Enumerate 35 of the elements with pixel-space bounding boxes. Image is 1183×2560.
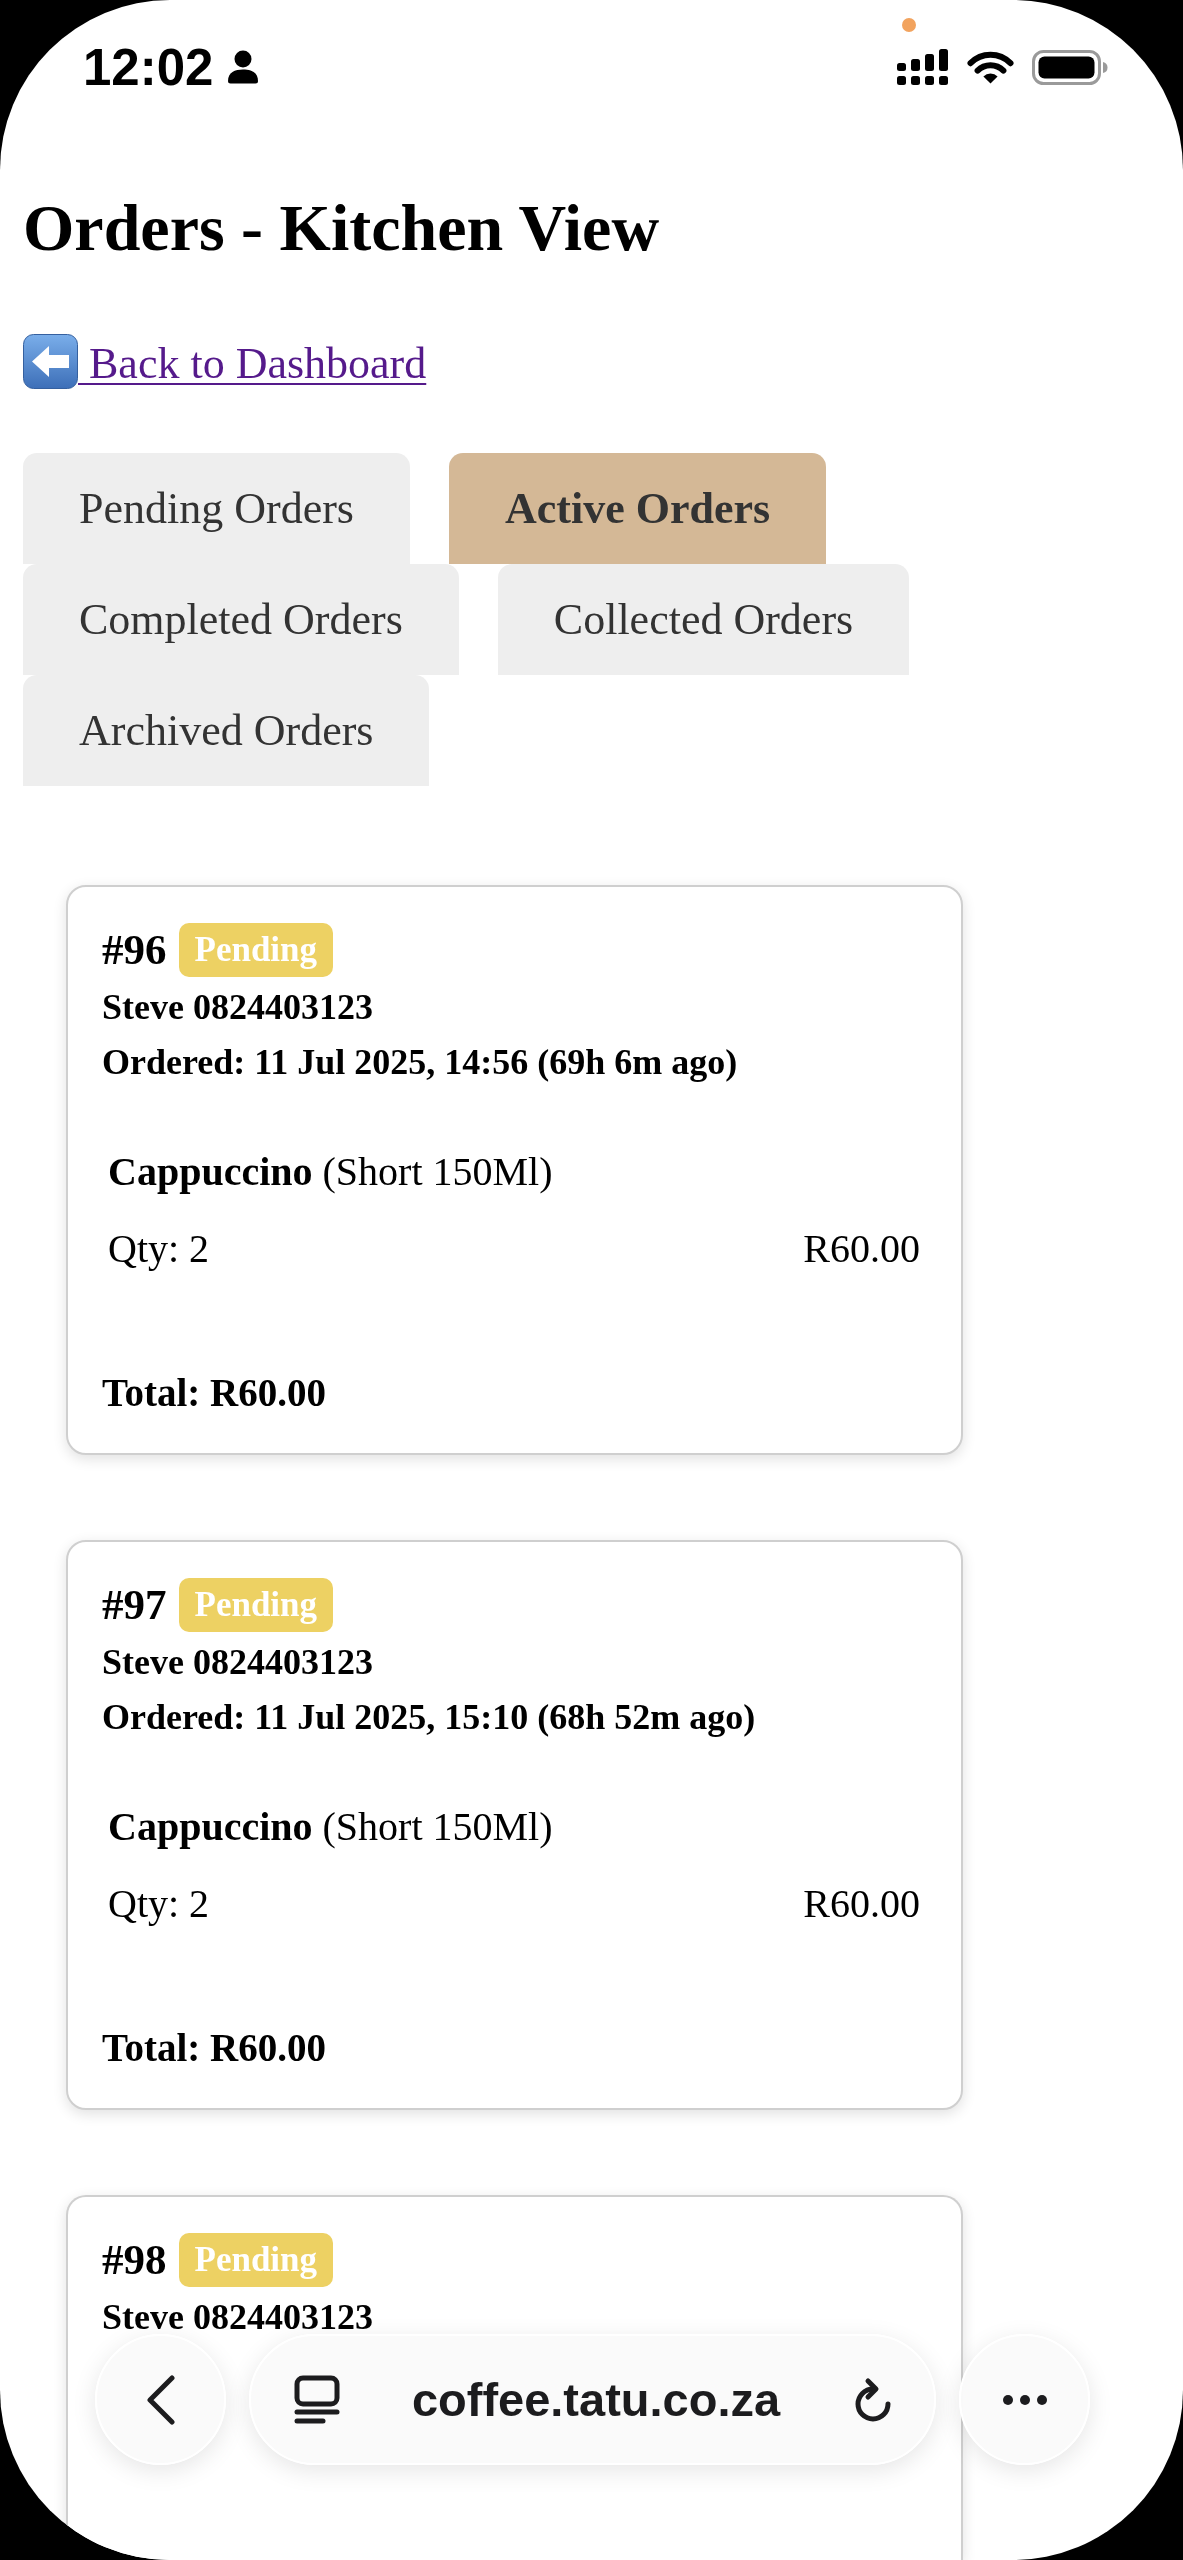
tab[interactable]: Active Orders (448, 453, 827, 564)
order-total: Total: R60.00 (102, 2025, 327, 2071)
status-badge: Pending (178, 2233, 334, 2287)
tab[interactable]: Pending Orders (23, 453, 410, 564)
item-price: R60.00 (803, 1880, 920, 1928)
order-number: #97 (102, 1580, 167, 1630)
person-icon (227, 50, 260, 84)
status-time: 12:02 (83, 41, 214, 93)
item-name: Cappuccino (Short 150Ml) (108, 1148, 554, 1196)
indicator-dot-icon (902, 18, 916, 32)
status-badge: Pending (178, 923, 334, 977)
page-title: Orders - Kitchen View (23, 191, 661, 264)
tab[interactable]: Completed Orders (23, 564, 459, 675)
tab[interactable]: Archived Orders (23, 675, 430, 786)
battery-icon (1032, 49, 1108, 85)
item-quantity: Qty: 2 (108, 1225, 210, 1273)
signal-icon (897, 48, 949, 86)
order-time: Ordered: 11 Jul 2025, 15:10 (68h 52m ago) (102, 1696, 757, 1739)
tab[interactable]: Collected Orders (497, 564, 910, 675)
page-format-icon[interactable] (293, 2375, 341, 2424)
item-quantity: Qty: 2 (108, 1880, 210, 1928)
order-number: #96 (102, 925, 167, 975)
item-name: Cappuccino (Short 150Ml) (108, 1803, 554, 1851)
item-price: R60.00 (803, 1225, 920, 1273)
chevron-left-icon (145, 2374, 176, 2425)
customer-info: Steve 0824403123 (102, 1641, 374, 1684)
more-icon (1001, 2393, 1048, 2406)
order-total: Total: R60.00 (102, 1370, 327, 1416)
status-badge: Pending (178, 1578, 334, 1632)
customer-info: Steve 0824403123 (102, 986, 374, 1029)
order-time: Ordered: 11 Jul 2025, 14:56 (69h 6m ago) (102, 1041, 739, 1084)
address-bar[interactable]: coffee.tatu.co.za (249, 2334, 936, 2465)
order-number: #98 (102, 2235, 167, 2285)
wifi-icon (967, 50, 1014, 84)
back-link[interactable]: Back to Dashboard (23, 339, 427, 388)
